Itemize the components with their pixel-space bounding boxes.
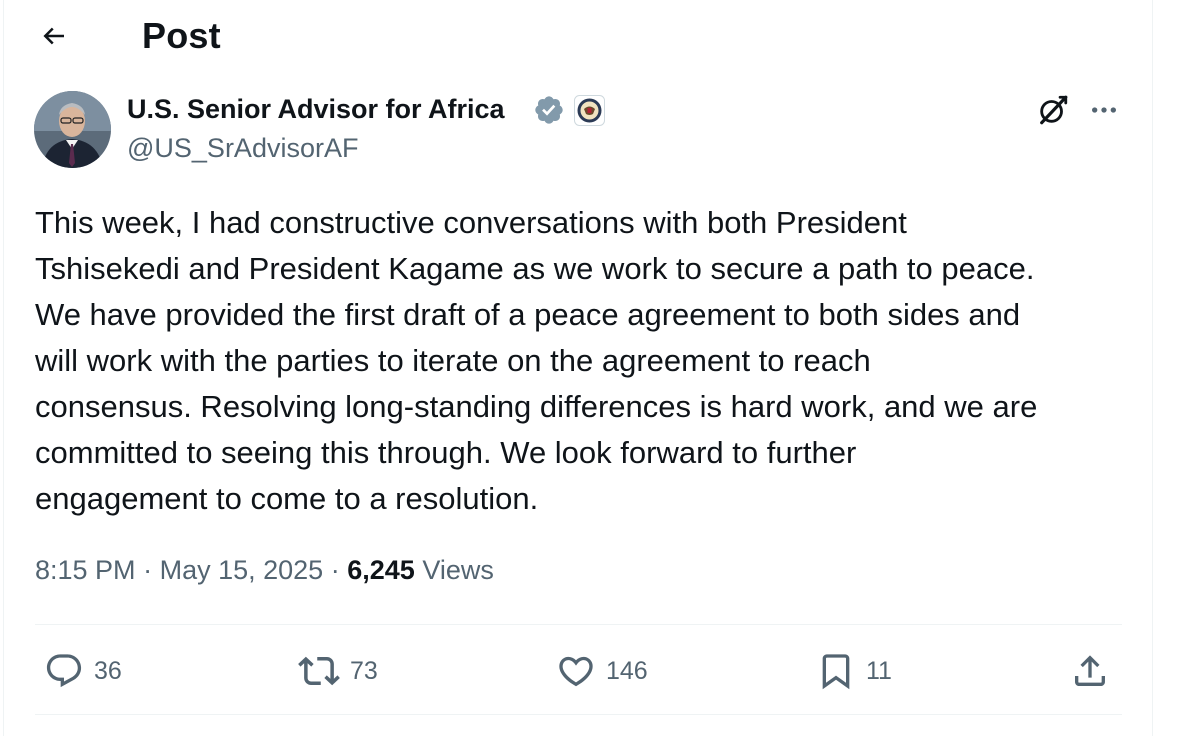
bookmark-icon [822, 654, 850, 690]
post-text: This week, I had constructive conversati… [35, 205, 1038, 516]
column-border-right [1152, 0, 1153, 736]
post-date[interactable]: May 15, 2025 [160, 555, 324, 585]
state-department-seal-icon[interactable] [574, 95, 605, 126]
reply-count: 36 [94, 656, 122, 685]
column-border-left [3, 0, 4, 736]
post-time[interactable]: 8:15 PM [35, 555, 136, 585]
avatar[interactable] [34, 91, 111, 168]
post-page: Post U.S. Senior Advisor for Africa @US_… [0, 0, 1179, 736]
like-count: 146 [606, 656, 648, 685]
grok-icon [1040, 95, 1068, 125]
bookmark-button[interactable]: 11 [816, 648, 892, 694]
author-name[interactable]: U.S. Senior Advisor for Africa [127, 94, 505, 125]
author-handle[interactable]: @US_SrAdvisorAF [127, 133, 358, 164]
more-dots-icon [1092, 107, 1116, 113]
page-header: Post [0, 0, 1152, 72]
meta-separator: · [330, 555, 340, 585]
back-button[interactable] [30, 14, 78, 58]
bookmark-count: 11 [866, 656, 892, 685]
post-meta: 8:15 PM · May 15, 2025 · 6,245 Views [35, 555, 494, 586]
retweet-count: 73 [350, 656, 378, 685]
share-button[interactable] [1070, 648, 1110, 694]
grok-button[interactable] [1033, 90, 1073, 130]
reply-button[interactable]: 36 [44, 648, 122, 694]
views-label: Views [422, 555, 494, 585]
page-title: Post [142, 15, 221, 56]
arrow-left-icon [43, 27, 64, 45]
like-button[interactable]: 146 [556, 648, 648, 694]
views-count[interactable]: 6,245 [347, 555, 415, 585]
verified-badge-icon[interactable] [533, 94, 565, 126]
divider [35, 714, 1122, 715]
heart-icon [559, 656, 593, 687]
retweet-button[interactable]: 73 [298, 648, 378, 694]
meta-separator: · [143, 555, 153, 585]
more-options-button[interactable] [1084, 90, 1124, 130]
share-icon [1075, 655, 1105, 686]
retweet-icon [298, 656, 340, 686]
divider [35, 624, 1122, 625]
reply-icon [46, 654, 82, 688]
